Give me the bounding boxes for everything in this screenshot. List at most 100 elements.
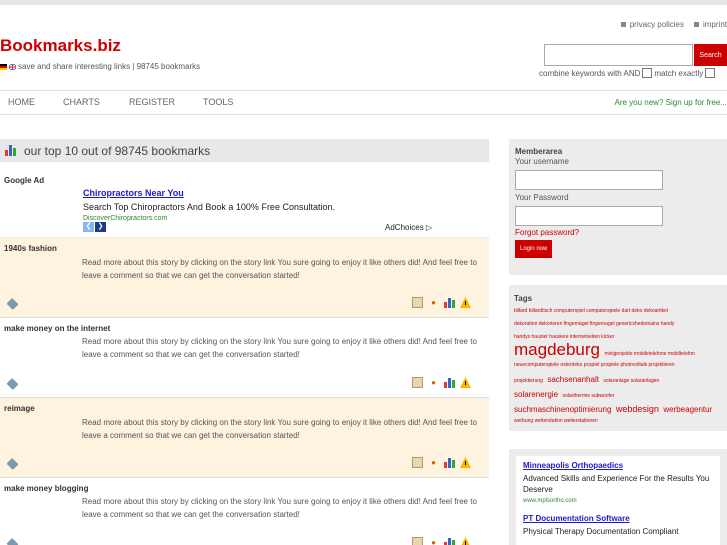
tag-link[interactable]: webdesign bbox=[616, 404, 659, 414]
user-icon[interactable]: ● bbox=[428, 377, 439, 388]
tag-line[interactable]: werbung weiterstation weiterstationen bbox=[514, 416, 722, 427]
tag-link[interactable]: solarthermie subwoofer bbox=[562, 393, 614, 399]
user-icon[interactable]: ● bbox=[428, 297, 439, 308]
adchoices-link[interactable]: AdChoices ▷ bbox=[385, 223, 432, 232]
tag-link[interactable]: projektierung bbox=[514, 378, 543, 384]
forgot-password-link[interactable]: Forgot password? bbox=[515, 228, 721, 237]
combine-label: combine keywords with AND bbox=[539, 68, 641, 78]
story-title[interactable]: reimage bbox=[4, 404, 35, 413]
nav-register[interactable]: REGISTER bbox=[129, 97, 175, 107]
story-title[interactable]: make money on the internet bbox=[4, 324, 110, 333]
main-content: our top 10 out of 98745 bookmarks bbox=[0, 139, 489, 162]
username-label: Your username bbox=[515, 157, 569, 166]
tagline: save and share interesting links | 98745… bbox=[0, 62, 200, 71]
tag-icon[interactable] bbox=[6, 377, 19, 391]
uk-flag-icon[interactable] bbox=[9, 63, 16, 70]
tag-line[interactable]: minijprojekte mobiletelefone mobiltelefo… bbox=[604, 351, 694, 357]
story-item: make money on the internet Read more abo… bbox=[0, 318, 489, 398]
story-actions: ● bbox=[412, 377, 471, 388]
imprint-link[interactable]: imprint bbox=[693, 20, 727, 29]
tags-heading: Tags bbox=[514, 294, 533, 303]
member-heading: Memberarea bbox=[515, 147, 563, 156]
tag-icon[interactable] bbox=[6, 457, 19, 471]
ad-description: Physical Therapy Documentation Compliant bbox=[523, 527, 679, 536]
ad-title-link[interactable]: Chiropractors Near You bbox=[83, 188, 184, 198]
tag-icon[interactable] bbox=[6, 537, 19, 545]
main-nav: HOME CHARTS REGISTER TOOLS Are you new? … bbox=[0, 90, 727, 115]
prev-arrow-icon[interactable]: ❮ bbox=[83, 222, 94, 232]
exact-checkbox[interactable] bbox=[705, 68, 716, 78]
search-button[interactable]: Search bbox=[694, 44, 727, 66]
ad-url[interactable]: DiscoverChiropractors.com bbox=[83, 215, 167, 222]
warning-icon[interactable] bbox=[460, 457, 471, 468]
ad-nav: ❮ ❯ bbox=[83, 222, 106, 232]
german-flag-icon[interactable] bbox=[0, 63, 7, 70]
google-ad-label: Google Ad bbox=[4, 176, 45, 185]
chart-icon bbox=[5, 145, 16, 156]
tag-link[interactable]: werbeagentur bbox=[663, 405, 712, 414]
user-icon[interactable]: ● bbox=[428, 537, 439, 545]
warning-icon[interactable] bbox=[460, 537, 471, 545]
tag-link[interactable]: solarenergie bbox=[514, 390, 558, 399]
bullet-icon bbox=[620, 22, 626, 28]
tag-link[interactable]: sachsenanhalt bbox=[547, 375, 599, 384]
tags-box: Tags billard billardtisch computerspiel … bbox=[509, 285, 727, 431]
next-arrow-icon[interactable]: ❯ bbox=[95, 222, 106, 232]
story-actions: ● bbox=[412, 537, 471, 545]
site-logo[interactable]: Bookmarks.biz bbox=[0, 36, 121, 56]
tag-magdeburg[interactable]: magdeburg bbox=[514, 340, 600, 359]
exact-label: match exactly bbox=[654, 68, 704, 78]
nav-tools[interactable]: TOOLS bbox=[203, 97, 233, 107]
chart-icon[interactable] bbox=[444, 457, 455, 468]
calendar-icon[interactable] bbox=[412, 537, 423, 545]
tag-line[interactable]: dekoration dekorieren fingernägel finger… bbox=[514, 319, 722, 330]
ad-title-link[interactable]: Minneapolis Orthopaedics bbox=[523, 461, 713, 470]
section-title: our top 10 out of 98745 bookmarks bbox=[24, 143, 211, 158]
story-title[interactable]: make money blogging bbox=[4, 484, 88, 493]
google-ad: Google Ad Chiropractors Near You Search … bbox=[0, 162, 489, 238]
password-input[interactable] bbox=[515, 206, 663, 226]
ad-description: Advanced Skills and Experience For the R… bbox=[523, 474, 710, 494]
chart-icon[interactable] bbox=[444, 537, 455, 545]
tagline-text: save and share interesting links | 98745… bbox=[18, 62, 201, 71]
chart-icon[interactable] bbox=[444, 377, 455, 388]
story-text: Read more about this story by clicking o… bbox=[82, 337, 477, 359]
top-strip bbox=[0, 0, 727, 5]
warning-icon[interactable] bbox=[460, 297, 471, 308]
story-text: Read more about this story by clicking o… bbox=[82, 258, 477, 280]
ad-unit: Minneapolis Orthopaedics Advanced Skills… bbox=[516, 456, 720, 545]
member-area: Memberarea Your username Your Password F… bbox=[509, 139, 727, 275]
story-text: Read more about this story by clicking o… bbox=[82, 497, 477, 519]
user-icon[interactable]: ● bbox=[428, 457, 439, 468]
tag-icon[interactable] bbox=[6, 297, 19, 311]
calendar-icon[interactable] bbox=[412, 377, 423, 388]
login-button[interactable]: Login now bbox=[515, 240, 553, 258]
story-item: make money blogging Read more about this… bbox=[0, 478, 489, 545]
ad-url[interactable]: www.mplsortho.com bbox=[523, 498, 713, 504]
nav-charts[interactable]: CHARTS bbox=[63, 97, 100, 107]
tag-link[interactable]: suchmaschinenoptimierung bbox=[514, 405, 611, 414]
calendar-icon[interactable] bbox=[412, 297, 423, 308]
story-title[interactable]: 1940s fashion bbox=[4, 244, 57, 253]
signup-link[interactable]: Are you new? Sign up for free... bbox=[614, 98, 727, 107]
section-header: our top 10 out of 98745 bookmarks bbox=[0, 139, 489, 162]
story-actions: ● bbox=[412, 297, 471, 308]
top-links: privacy policies imprint bbox=[620, 20, 727, 29]
password-label: Your Password bbox=[515, 193, 569, 202]
combine-checkbox[interactable] bbox=[642, 68, 653, 78]
calendar-icon[interactable] bbox=[412, 457, 423, 468]
nav-home[interactable]: HOME bbox=[8, 97, 35, 107]
privacy-link[interactable]: privacy policies bbox=[620, 20, 684, 29]
chart-icon[interactable] bbox=[444, 297, 455, 308]
bullet-icon bbox=[693, 22, 699, 28]
sidebar-ads: Minneapolis Orthopaedics Advanced Skills… bbox=[509, 449, 727, 545]
search-input[interactable] bbox=[544, 44, 693, 66]
search-options: combine keywords with AND match exactly bbox=[539, 68, 716, 78]
ad-title-link[interactable]: PT Documentation Software bbox=[523, 514, 713, 523]
story-item: 1940s fashion Read more about this story… bbox=[0, 238, 489, 318]
warning-icon[interactable] bbox=[460, 377, 471, 388]
tag-line[interactable]: billard billardtisch computerspiel compu… bbox=[514, 306, 722, 317]
story-actions: ● bbox=[412, 457, 471, 468]
username-input[interactable] bbox=[515, 170, 663, 190]
tag-link[interactable]: solaranlage solaranlagen bbox=[603, 378, 659, 384]
